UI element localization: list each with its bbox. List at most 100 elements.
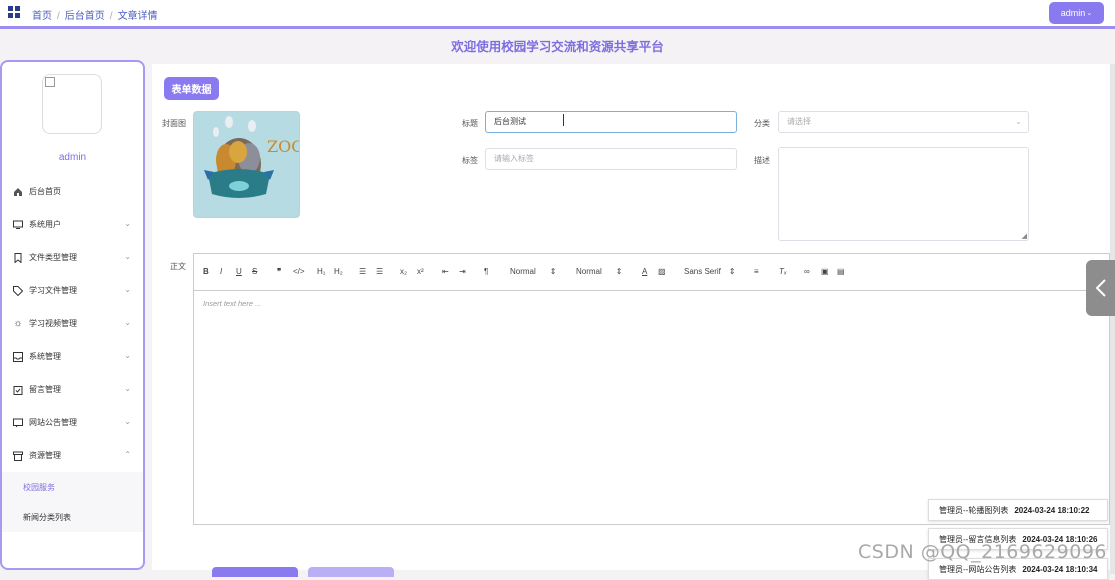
body-label: 正文 — [170, 262, 186, 271]
description-label: 描述 — [754, 156, 770, 165]
updown-icon: ⇕ — [615, 267, 623, 276]
sidebar-item-label: 学习文件管理 — [29, 286, 77, 295]
chevron-down-icon: ⌄ — [124, 351, 131, 360]
tags-label: 标签 — [462, 156, 478, 165]
form-section-tag: 表单数据 — [164, 77, 219, 100]
bullet-list-icon[interactable]: ☰ — [376, 267, 383, 276]
vertical-scrollbar[interactable] — [1110, 64, 1115, 574]
editor-toolbar: B I U S ❞ </> H₁ H₂ ☰ ☰ x₂ x² ⇤ ⇥ ¶ Norm… — [194, 254, 1109, 291]
sidebar-subitem-campus-service[interactable]: 校园服务 — [2, 472, 143, 502]
heading2-icon[interactable]: H₂ — [334, 267, 343, 276]
tags-input[interactable]: 请输入标签 — [485, 148, 737, 170]
toast-time: 2024-03-24 18:10:34 — [1022, 564, 1098, 574]
tag-icon — [13, 285, 23, 296]
outdent-icon[interactable]: ⇤ — [442, 267, 449, 276]
text-cursor-icon — [563, 114, 568, 126]
archive-icon — [13, 451, 23, 461]
cover-image[interactable]: ZOO — [193, 111, 300, 218]
admin-menu-button[interactable]: admin ⌄ — [1049, 2, 1104, 24]
blockquote-icon[interactable]: ❞ — [277, 267, 281, 276]
cancel-button[interactable] — [308, 567, 394, 577]
sidebar-item-home[interactable]: 后台首页 — [2, 175, 143, 208]
text-direction-icon[interactable]: ¶ — [484, 267, 488, 276]
sidebar-item-label: 系统用户 — [29, 220, 61, 229]
sidebar-item-resources[interactable]: 资源管理 ⌃ — [2, 439, 143, 472]
video-icon[interactable]: ▤ — [837, 267, 845, 276]
watermark: CSDN @QQ_2169629096 — [858, 541, 1108, 563]
chevron-down-icon: ⌄ — [124, 219, 131, 228]
updown-icon: ⇕ — [549, 267, 557, 276]
resize-handle-icon[interactable]: ◢ — [1022, 232, 1027, 240]
chevron-down-icon: ⌄ — [1015, 117, 1022, 126]
strike-icon[interactable]: S — [252, 267, 257, 276]
sidebar-item-system-users[interactable]: 系统用户 ⌄ — [2, 208, 143, 241]
toast-time: 2024-03-24 18:10:22 — [1014, 505, 1090, 515]
description-textarea[interactable]: ◢ — [778, 147, 1029, 241]
sidebar-item-label: 学习视频管理 — [29, 319, 77, 328]
sidebar-subitem-news-categories[interactable]: 新闻分类列表 — [2, 502, 143, 532]
superscript-icon[interactable]: x² — [417, 267, 424, 276]
title-input[interactable]: 后台测试 — [485, 111, 737, 133]
sidebar-item-study-videos[interactable]: ☼ 学习视频管理 ⌄ — [2, 307, 143, 340]
sun-icon: ☼ — [13, 318, 23, 329]
breadcrumb: 首页 / 后台首页 / 文章详情 — [32, 11, 158, 22]
editor-placeholder[interactable]: Insert text here ... — [203, 299, 261, 308]
ordered-list-icon[interactable]: ☰ — [359, 267, 366, 276]
avatar — [42, 74, 102, 134]
zoo-illustration: ZOO — [204, 116, 299, 198]
category-select[interactable]: 请选择 ⌄ — [778, 111, 1029, 133]
inbox-icon — [13, 351, 23, 362]
category-placeholder: 请选择 — [787, 117, 811, 126]
subscript-icon[interactable]: x₂ — [400, 267, 407, 276]
font-color-icon[interactable]: A — [642, 267, 647, 276]
size-select-2[interactable]: Normal ⇕ — [576, 267, 622, 276]
admin-label: admin — [1060, 8, 1086, 18]
category-label: 分类 — [754, 119, 770, 128]
bold-icon[interactable]: B — [203, 267, 209, 276]
submit-button[interactable] — [212, 567, 298, 577]
italic-icon[interactable]: I — [220, 267, 222, 276]
underline-icon[interactable]: U — [236, 267, 242, 276]
menu-grid-icon[interactable] — [8, 6, 20, 18]
top-bar: 首页 / 后台首页 / 文章详情 admin ⌄ — [0, 0, 1115, 29]
align-icon[interactable]: ≡ — [754, 267, 759, 276]
font-family-select[interactable]: Sans Serif ⇕ — [684, 267, 736, 276]
bookmark-icon — [13, 252, 23, 263]
breadcrumb-home[interactable]: 首页 — [32, 11, 52, 22]
sidebar-item-file-types[interactable]: 文件类型管理 ⌄ — [2, 241, 143, 274]
size-select-1-value: Normal — [510, 267, 536, 276]
sidebar-item-label: 留言管理 — [29, 385, 61, 394]
sidebar-username: admin — [58, 152, 87, 163]
chevron-up-icon: ⌃ — [124, 450, 131, 459]
toast-text: 管理员--网站公告列表 — [939, 564, 1017, 574]
sidebar-item-system-manage[interactable]: 系统管理 ⌄ — [2, 340, 143, 373]
clear-format-icon[interactable]: Tₓ — [779, 267, 787, 276]
sidebar-item-messages[interactable]: 留言管理 ⌄ — [2, 373, 143, 406]
cover-label: 封面图 — [162, 119, 186, 128]
home-icon — [13, 187, 23, 197]
breadcrumb-current: 文章详情 — [117, 11, 158, 22]
chat-icon — [13, 418, 23, 428]
indent-icon[interactable]: ⇥ — [459, 267, 466, 276]
chevron-down-icon: ⌄ — [124, 252, 131, 261]
toast-text: 管理员--轮播图列表 — [939, 505, 1009, 515]
chevron-down-icon: ⌄ — [124, 417, 131, 426]
chevron-down-icon: ⌄ — [124, 285, 131, 294]
tags-placeholder: 请输入标签 — [494, 154, 534, 163]
sidebar-item-announcements[interactable]: 网站公告管理 ⌄ — [2, 406, 143, 439]
link-icon[interactable]: ∞ — [804, 267, 810, 276]
background-color-icon[interactable]: ▨ — [658, 267, 666, 276]
size-select-1[interactable]: Normal ⇕ — [510, 267, 556, 276]
breadcrumb-dashboard[interactable]: 后台首页 — [65, 11, 105, 22]
chevron-down-icon: ⌄ — [124, 318, 131, 327]
sidebar: admin 后台首页 系统用户 ⌄ 文件类型管理 ⌄ 学习文件管理 ⌄ ☼ 学习… — [0, 60, 145, 570]
heading1-icon[interactable]: H₁ — [317, 267, 325, 276]
notification-toast: 管理员--轮播图列表 2024-03-24 18:10:22 — [928, 499, 1108, 521]
code-block-icon[interactable]: </> — [293, 267, 305, 276]
sidebar-item-study-files[interactable]: 学习文件管理 ⌄ — [2, 274, 143, 307]
sidebar-item-label: 系统管理 — [29, 352, 61, 361]
image-icon[interactable]: ▣ — [821, 267, 829, 276]
monitor-icon — [13, 220, 23, 230]
side-drawer-toggle[interactable] — [1086, 260, 1115, 316]
sidebar-item-label: 资源管理 — [29, 451, 61, 460]
